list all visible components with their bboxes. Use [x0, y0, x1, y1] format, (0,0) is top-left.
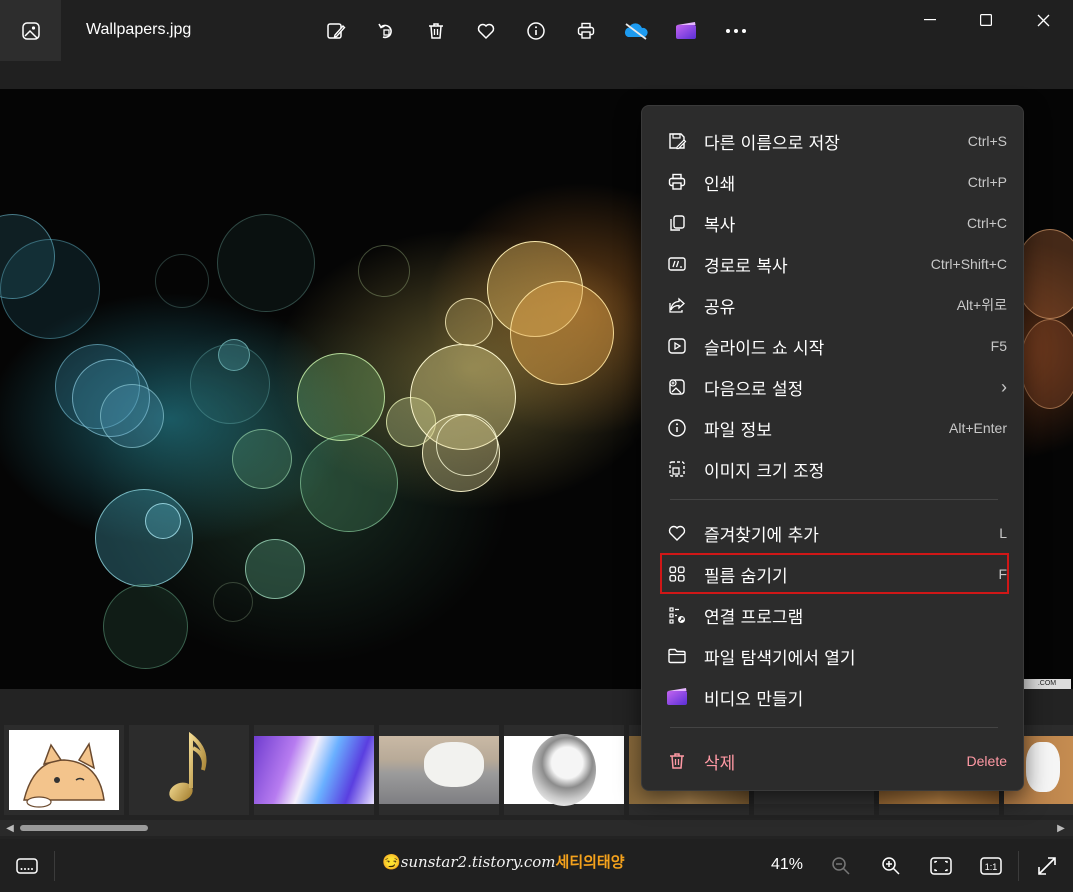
menu-item-save-as[interactable]: 다른 이름으로 저장 Ctrl+S — [664, 122, 1007, 160]
open-with-icon — [664, 602, 690, 628]
menu-item-label: 공유 — [704, 297, 736, 318]
menu-separator — [670, 499, 998, 500]
menu-item-set-as[interactable]: 다음으로 설정 › — [664, 368, 1007, 406]
menu-item-shortcut: Ctrl+P — [967, 174, 1007, 190]
menu-item-create-video[interactable]: 비디오 만들기 — [664, 678, 1007, 716]
fit-to-window-icon[interactable] — [928, 853, 954, 879]
menu-item-shortcut: Ctrl+C — [966, 215, 1007, 231]
menu-item-shortcut: F5 — [990, 338, 1007, 354]
submenu-chevron-icon: › — [1001, 376, 1007, 397]
menu-item-shortcut: Alt+Enter — [949, 420, 1007, 436]
heart-icon — [664, 520, 690, 546]
full-screen-icon[interactable] — [1034, 853, 1060, 879]
divider — [54, 851, 55, 881]
menu-item-shortcut: L — [999, 525, 1007, 541]
copy-icon — [664, 210, 690, 236]
close-button[interactable] — [1031, 8, 1055, 32]
menu-item-copy[interactable]: 복사 Ctrl+C — [664, 204, 1007, 242]
menu-item-label: 비디오 만들기 — [704, 689, 804, 710]
set-as-icon — [664, 374, 690, 400]
minimize-button[interactable] — [918, 8, 942, 32]
menu-item-delete[interactable]: 삭제 Delete — [664, 742, 1007, 780]
filmstrip-toggle-icon[interactable] — [14, 853, 40, 879]
info-icon — [664, 415, 690, 441]
onedrive-offline-icon[interactable] — [622, 17, 650, 45]
copy-path-icon — [664, 251, 690, 277]
menu-item-add-favorite[interactable]: 즐겨찾기에 추가 L — [664, 514, 1007, 552]
menu-item-share[interactable]: 공유 Alt+위로 — [664, 286, 1007, 324]
share-icon — [664, 292, 690, 318]
thumbnail-white-cat-vignette[interactable] — [504, 725, 624, 815]
scroll-right-icon[interactable]: ▶ — [1053, 820, 1069, 836]
menu-item-open-in-explorer[interactable]: 파일 탐색기에서 열기 — [664, 637, 1007, 675]
zoom-level: 41% — [771, 856, 804, 873]
trash-icon — [664, 748, 690, 774]
thumbnail-music-note[interactable] — [129, 725, 249, 815]
title-bar: Wallpapers.jpg — [0, 0, 1073, 62]
menu-item-label: 삭제 — [704, 753, 736, 774]
thumbnail-white-cat-blanket[interactable] — [379, 725, 499, 815]
menu-item-shortcut: Alt+위로 — [956, 297, 1007, 313]
folder-icon — [664, 643, 690, 669]
menu-item-label: 다음으로 설정 — [704, 379, 804, 400]
edit-image-icon[interactable] — [322, 17, 350, 45]
menu-item-label: 파일 탐색기에서 열기 — [704, 648, 856, 669]
clipchamp-icon[interactable] — [672, 17, 700, 45]
window-title: Wallpapers.jpg — [86, 21, 192, 38]
filmstrip-scrollbar[interactable]: ◀ ▶ — [0, 820, 1073, 836]
print-icon[interactable] — [572, 17, 600, 45]
menu-item-copy-path[interactable]: 경로로 복사 Ctrl+Shift+C — [664, 245, 1007, 283]
menu-item-file-info[interactable]: 파일 정보 Alt+Enter — [664, 409, 1007, 447]
watermark: 😏sunstar2.tistory.com세티의태양 — [382, 851, 625, 872]
menu-item-label: 연결 프로그램 — [704, 607, 804, 628]
context-menu: 다른 이름으로 저장 Ctrl+S 인쇄 Ctrl+P 복사 Ctrl+C 경로… — [641, 105, 1024, 791]
actual-size-icon[interactable]: 1:1 — [978, 853, 1004, 879]
menu-item-shortcut: Delete — [966, 753, 1007, 769]
menu-item-label: 다른 이름으로 저장 — [704, 133, 840, 154]
svg-text:1:1: 1:1 — [985, 862, 998, 872]
zoom-in-icon[interactable] — [878, 853, 904, 879]
menu-item-label: 경로로 복사 — [704, 256, 788, 277]
menu-item-label: 즐겨찾기에 추가 — [704, 525, 819, 546]
menu-item-label: 인쇄 — [704, 174, 736, 195]
zoom-out-icon[interactable] — [828, 853, 854, 879]
menu-item-shortcut: Ctrl+Shift+C — [930, 256, 1007, 272]
more-options-icon[interactable] — [722, 17, 750, 45]
thumbnail-cat-sticker[interactable] — [4, 725, 124, 815]
resize-icon — [664, 456, 690, 482]
image-corner-tag: .COM — [1023, 679, 1071, 689]
bottom-bar: 😏sunstar2.tistory.com세티의태양 41% 1:1 — [0, 839, 1073, 892]
divider — [1018, 851, 1019, 881]
highlight-annotation-box — [660, 553, 1009, 594]
delete-icon[interactable] — [422, 17, 450, 45]
menu-item-slideshow[interactable]: 슬라이드 쇼 시작 F5 — [664, 327, 1007, 365]
print-icon — [664, 169, 690, 195]
watermark-korean: 세티의태양 — [555, 853, 625, 871]
slideshow-icon — [664, 333, 690, 359]
thumbnail-purple-wave[interactable] — [254, 725, 374, 815]
menu-item-label: 파일 정보 — [704, 420, 772, 441]
image-top-margin — [0, 62, 1073, 89]
maximize-button[interactable] — [974, 8, 998, 32]
menu-separator — [670, 727, 998, 728]
menu-item-label: 이미지 크기 조정 — [704, 461, 825, 482]
menu-item-label: 슬라이드 쇼 시작 — [704, 338, 825, 359]
scrollbar-thumb[interactable] — [20, 825, 148, 831]
menu-item-print[interactable]: 인쇄 Ctrl+P — [664, 163, 1007, 201]
menu-item-shortcut: Ctrl+S — [967, 133, 1007, 149]
clipchamp-icon — [664, 684, 690, 710]
photos-app-icon[interactable] — [0, 0, 61, 61]
scroll-left-icon[interactable]: ◀ — [2, 820, 18, 836]
save-as-icon — [664, 128, 690, 154]
menu-item-open-with[interactable]: 연결 프로그램 — [664, 596, 1007, 634]
menu-item-resize-image[interactable]: 이미지 크기 조정 — [664, 450, 1007, 488]
rotate-icon[interactable] — [372, 17, 400, 45]
watermark-url: sunstar2.tistory.com — [400, 853, 556, 871]
watermark-emoji-icon: 😏 — [382, 853, 401, 871]
menu-item-label: 복사 — [704, 215, 736, 236]
favorite-heart-icon[interactable] — [472, 17, 500, 45]
info-icon[interactable] — [522, 17, 550, 45]
